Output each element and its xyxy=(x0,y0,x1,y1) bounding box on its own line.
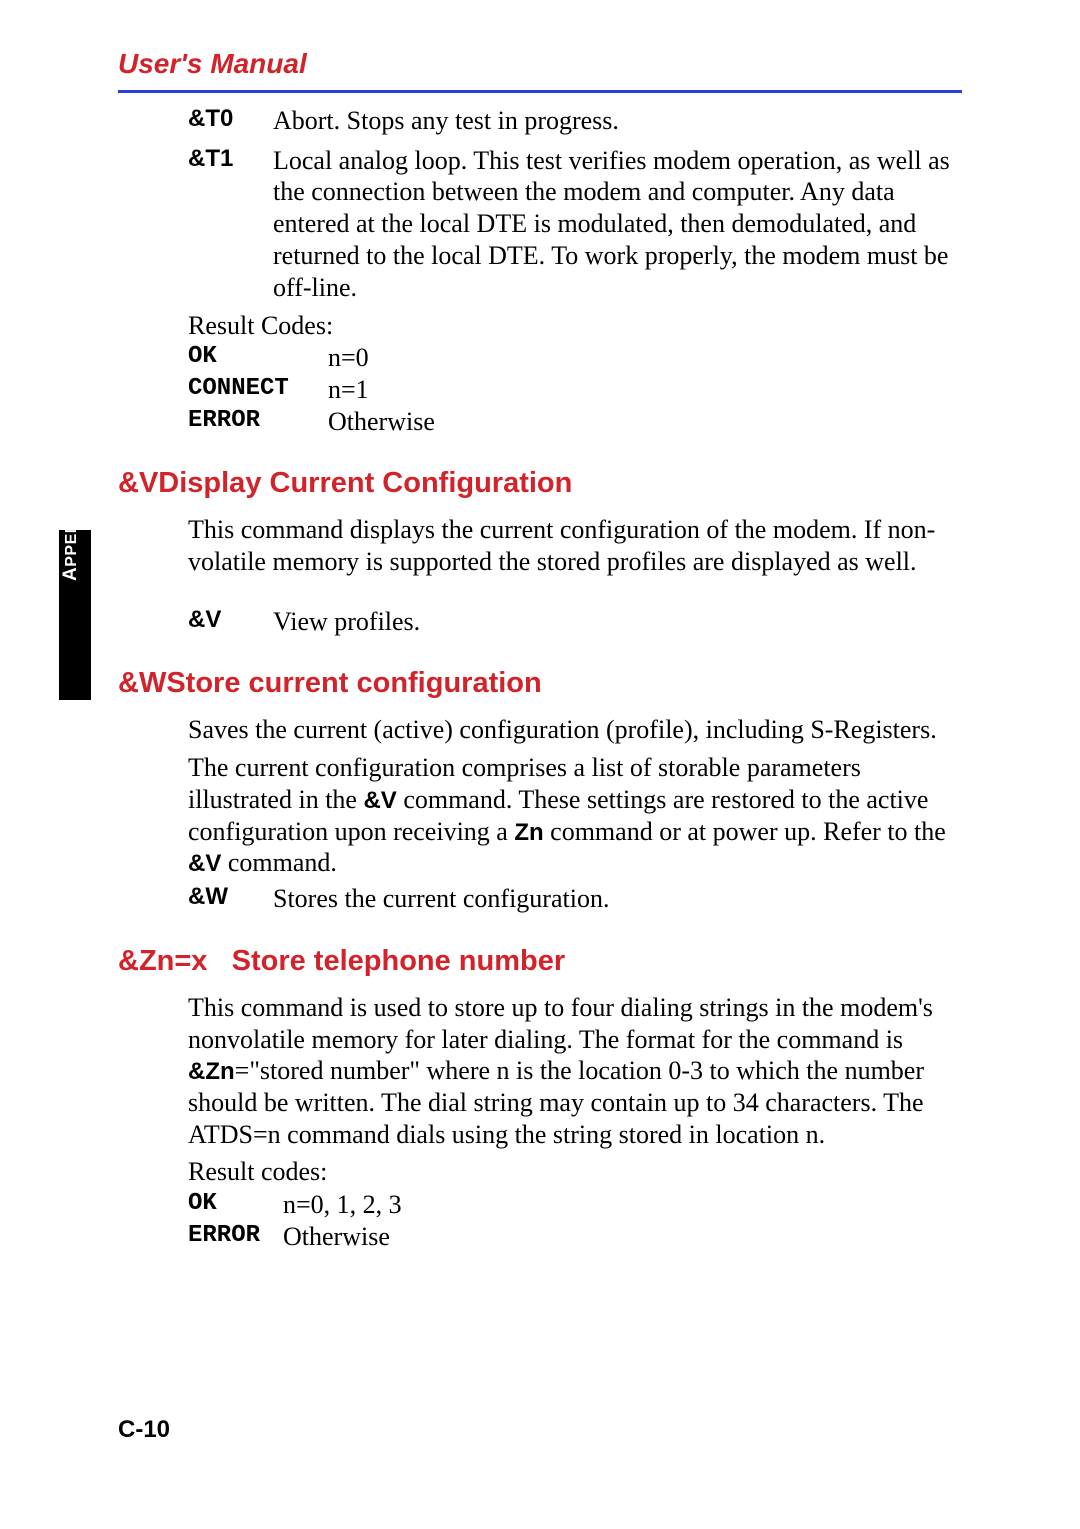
cmd-code: &T0 xyxy=(188,105,273,137)
inline-cmd: &Zn xyxy=(188,1058,235,1085)
w-item: &W Stores the current configuration. xyxy=(188,883,962,915)
sidebar-tab-label: APPENDIX C xyxy=(60,442,82,612)
result-value: n=0 xyxy=(328,343,369,373)
z-result-label: Result codes: xyxy=(188,1156,962,1188)
w-section-para2: The current configuration comprises a li… xyxy=(188,752,962,879)
cmd-row-t0: &T0 Abort. Stops any test in progress. xyxy=(188,105,962,137)
inline-cmd: Zn xyxy=(514,819,543,846)
result-codes-label: Result Codes: xyxy=(188,311,962,341)
header-title: User's Manual xyxy=(118,48,962,86)
result-code-row: CONNECT n=1 xyxy=(188,375,962,405)
inline-cmd: &V xyxy=(363,787,396,814)
v-item: &V View profiles. xyxy=(188,606,962,638)
result-value: Otherwise xyxy=(328,407,435,437)
result-value: n=0, 1, 2, 3 xyxy=(283,1190,402,1220)
cmd-desc: Abort. Stops any test in progress. xyxy=(273,105,962,137)
v-section-heading: &VDisplay Current Configuration xyxy=(118,467,962,500)
content-body: &T0 Abort. Stops any test in progress. &… xyxy=(118,105,962,1252)
cmd-desc: Stores the current configuration. xyxy=(273,883,962,915)
result-code-row: ERROR Otherwise xyxy=(188,407,962,437)
z-section-heading: &Zn=x Store telephone number xyxy=(118,945,962,978)
text: This command is used to store up to four… xyxy=(188,993,933,1054)
w-section-heading: &WStore current configuration xyxy=(118,667,962,700)
cmd-code: &T1 xyxy=(188,145,273,304)
v-section-para: This command displays the current config… xyxy=(188,514,962,577)
result-code-row: ERROR Otherwise xyxy=(188,1222,962,1252)
cmd-row-t1: &T1 Local analog loop. This test verifie… xyxy=(188,145,962,304)
result-code-row: OK n=0, 1, 2, 3 xyxy=(188,1190,962,1220)
header-rule xyxy=(118,90,962,93)
cmd-code: &V xyxy=(188,606,273,638)
result-code: OK xyxy=(188,343,328,373)
result-code: CONNECT xyxy=(188,375,328,405)
z-section-para: This command is used to store up to four… xyxy=(188,992,962,1151)
text: command. xyxy=(221,848,337,877)
text: command or at power up. Refer to the xyxy=(544,817,946,846)
w-section-para1: Saves the current (active) configuration… xyxy=(188,714,962,746)
cmd-desc: View profiles. xyxy=(273,606,962,638)
page-number: C-10 xyxy=(118,1416,170,1444)
result-code-row: OK n=0 xyxy=(188,343,962,373)
t-commands: &T0 Abort. Stops any test in progress. &… xyxy=(188,105,962,437)
cmd-code: &W xyxy=(188,883,273,915)
result-value: Otherwise xyxy=(283,1222,390,1252)
result-value: n=1 xyxy=(328,375,369,405)
z-result-codes: OK n=0, 1, 2, 3 ERROR Otherwise xyxy=(188,1190,962,1252)
result-code: ERROR xyxy=(188,1222,283,1252)
cmd-desc: Local analog loop. This test verifies mo… xyxy=(273,145,962,304)
text: ="stored number" where n is the location… xyxy=(188,1056,924,1148)
page-header: User's Manual xyxy=(118,48,962,93)
result-code: OK xyxy=(188,1190,283,1220)
result-code: ERROR xyxy=(188,407,328,437)
inline-cmd: &V xyxy=(188,850,221,877)
